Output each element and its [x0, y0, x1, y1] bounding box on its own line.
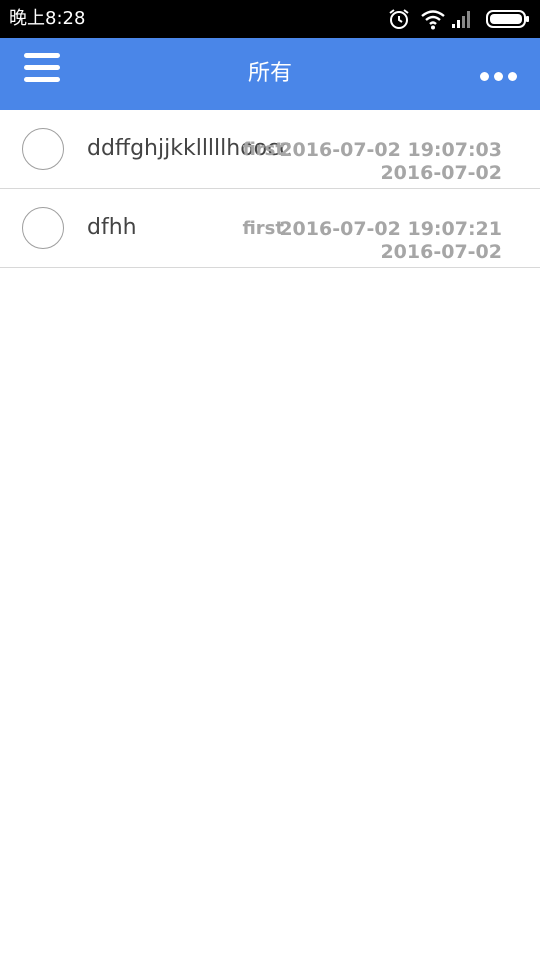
- task-date: 2016-07-02: [380, 162, 502, 184]
- task-row[interactable]: dfhh first 2016-07-02 19:07:21 2016-07-0…: [0, 189, 540, 268]
- task-checkbox[interactable]: [22, 207, 64, 249]
- task-checkbox[interactable]: [22, 128, 64, 170]
- app-bar: 所有: [0, 38, 540, 110]
- alarm-icon: [389, 9, 409, 29]
- task-date: 2016-07-02: [380, 241, 502, 263]
- task-datetime: 2016-07-02 19:07:03: [279, 139, 502, 161]
- wifi-icon: [421, 10, 445, 30]
- more-options-button[interactable]: [470, 48, 526, 100]
- status-time: 晚上8:28: [9, 8, 86, 29]
- page-title: 所有: [247, 61, 292, 86]
- task-category: first: [242, 139, 284, 160]
- task-row[interactable]: ddffghjjkklllllhoocc first 2016-07-02 19…: [0, 110, 540, 189]
- task-category: first: [242, 218, 284, 239]
- battery-icon: [486, 10, 529, 28]
- menu-button[interactable]: [14, 46, 70, 102]
- signal-icon: [452, 11, 470, 28]
- task-datetime: 2016-07-02 19:07:21: [279, 218, 502, 240]
- task-title: dfhh: [87, 215, 137, 240]
- task-list: ddffghjjkklllllhoocc first 2016-07-02 19…: [0, 110, 540, 268]
- status-bar: 晚上8:28: [0, 0, 540, 38]
